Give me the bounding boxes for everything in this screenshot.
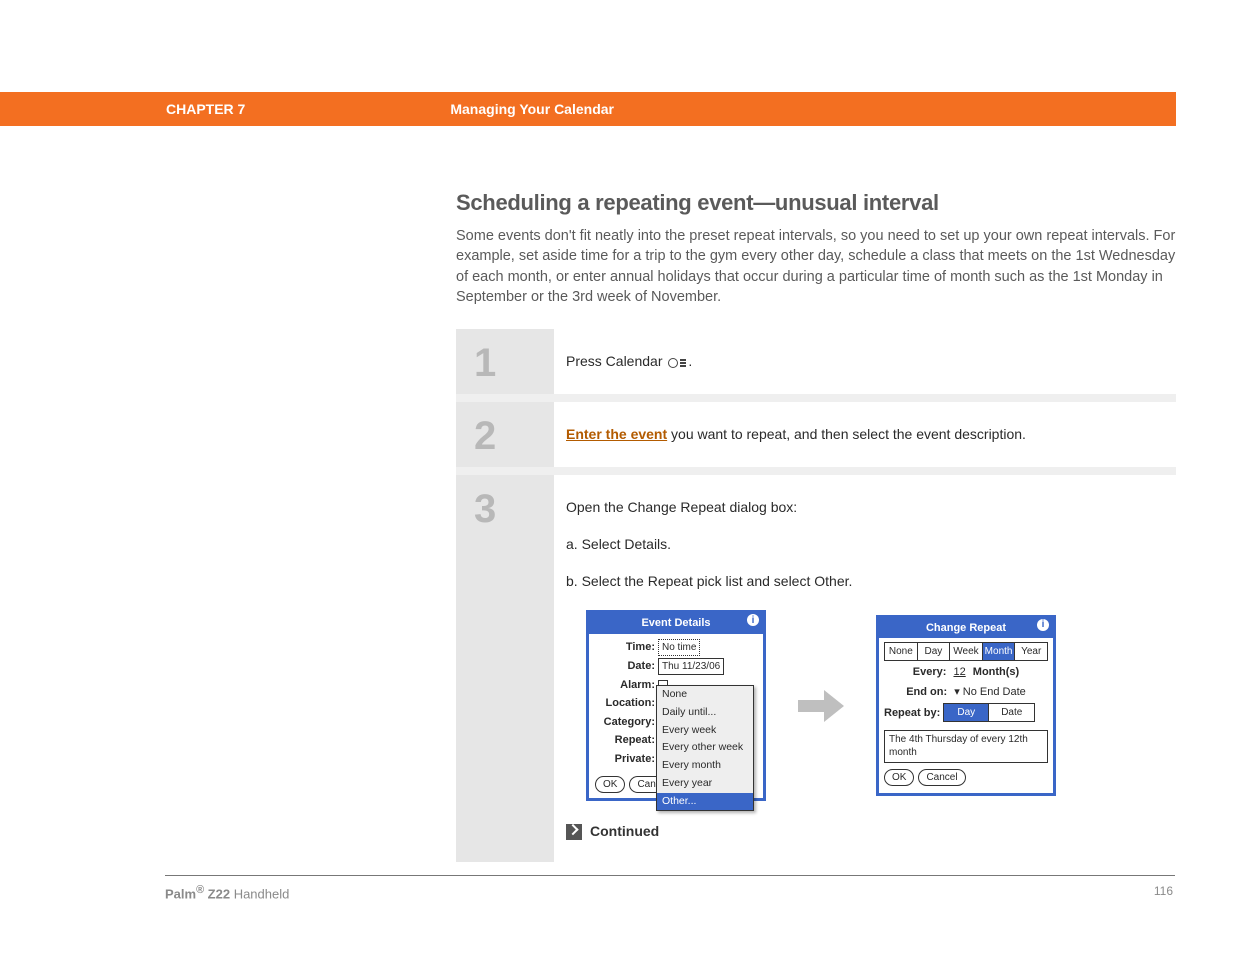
- chapter-header-bar: CHAPTER 7 Managing Your Calendar: [0, 92, 1176, 126]
- step-2: 2 Enter the event you want to repeat, an…: [456, 402, 1176, 467]
- location-label: Location:: [595, 695, 658, 712]
- screenshots-row: Event Details i Time:No time Date:Thu 11…: [586, 610, 1156, 801]
- steps-container: 1 Press Calendar . 2 Enter the event you…: [456, 329, 1176, 862]
- repeat-option-none[interactable]: None: [657, 686, 753, 704]
- tab-week[interactable]: Week: [950, 643, 983, 660]
- repeat-by-day[interactable]: Day: [944, 704, 989, 721]
- repeat-option-month[interactable]: Every month: [657, 757, 753, 775]
- repeat-dropdown[interactable]: None Daily until... Every week Every oth…: [656, 685, 754, 811]
- date-label: Date:: [595, 658, 658, 675]
- footer-product: Palm® Z22 Handheld: [165, 884, 289, 901]
- chapter-number: CHAPTER 7: [166, 101, 245, 117]
- intro-paragraph: Some events don't fit neatly into the pr…: [456, 226, 1176, 307]
- end-on-dropdown[interactable]: ▾ No End Date: [954, 686, 1026, 698]
- repeat-option-otherweek[interactable]: Every other week: [657, 739, 753, 757]
- step-2-rest: you want to repeat, and then select the …: [667, 426, 1026, 442]
- step-1-text-pre: Press Calendar: [566, 353, 666, 369]
- end-on-value: No End Date: [963, 686, 1026, 698]
- step-3b: b. Select the Repeat pick list and selec…: [566, 571, 1156, 592]
- change-repeat-buttons: OK Cancel: [884, 769, 1048, 789]
- footer-brand: Palm: [165, 886, 196, 901]
- repeat-result: The 4th Thursday of every 12th month: [884, 730, 1048, 763]
- every-row: Every: 12 Month(s): [884, 664, 1048, 681]
- calendar-icon: [668, 356, 686, 368]
- every-unit: Month(s): [973, 666, 1019, 678]
- step-3: 3 Open the Change Repeat dialog box: a. …: [456, 475, 1176, 862]
- step-number: 2: [474, 416, 496, 456]
- step-3-intro: Open the Change Repeat dialog box:: [566, 497, 1156, 518]
- date-value[interactable]: Thu 11/23/06: [658, 658, 724, 675]
- info-icon[interactable]: i: [1037, 619, 1049, 631]
- chapter-title: Managing Your Calendar: [450, 101, 614, 117]
- change-repeat-screenshot: Change Repeat i None Day Week Month Year: [876, 615, 1056, 797]
- repeat-by-date[interactable]: Date: [989, 704, 1034, 721]
- end-on-row: End on: ▾ No End Date: [884, 684, 1048, 701]
- continued-label: Continued: [590, 821, 659, 842]
- tab-year[interactable]: Year: [1015, 643, 1047, 660]
- step-number: 3: [474, 489, 496, 529]
- enter-event-link[interactable]: Enter the event: [566, 426, 667, 442]
- cancel-button[interactable]: Cancel: [918, 769, 965, 786]
- alarm-label: Alarm:: [595, 677, 658, 694]
- step-1-text-post: .: [688, 353, 692, 369]
- ok-button[interactable]: OK: [884, 769, 914, 786]
- repeat-by-row: Repeat by: Day Date: [884, 703, 1048, 722]
- step-3a: a. Select Details.: [566, 534, 1156, 555]
- footer-handheld: Handheld: [230, 886, 289, 901]
- end-on-label: End on:: [906, 686, 947, 698]
- category-label: Category:: [595, 714, 658, 731]
- repeat-option-other[interactable]: Other...: [657, 793, 753, 811]
- step-1-body: Press Calendar .: [556, 329, 1176, 394]
- every-label: Every:: [913, 666, 947, 678]
- repeat-by-tabs[interactable]: Day Date: [943, 703, 1035, 722]
- footer-divider: [165, 875, 1175, 876]
- repeat-option-year[interactable]: Every year: [657, 775, 753, 793]
- private-label: Private:: [595, 751, 658, 768]
- step-number: 1: [474, 343, 496, 383]
- every-value[interactable]: 12: [953, 666, 965, 678]
- step-number-cell: 2: [456, 402, 556, 467]
- change-repeat-title: Change Repeat i: [879, 618, 1053, 639]
- continued-arrow-icon: [566, 824, 582, 840]
- tab-day[interactable]: Day: [918, 643, 951, 660]
- time-label: Time:: [595, 639, 658, 656]
- tab-none[interactable]: None: [885, 643, 918, 660]
- ok-button[interactable]: OK: [595, 776, 625, 793]
- repeat-option-week[interactable]: Every week: [657, 722, 753, 740]
- footer-reg: ®: [196, 884, 204, 896]
- step-1: 1 Press Calendar .: [456, 329, 1176, 394]
- info-icon[interactable]: i: [747, 614, 759, 626]
- repeat-by-label: Repeat by:: [884, 705, 940, 722]
- time-value[interactable]: No time: [658, 639, 700, 656]
- repeat-label: Repeat:: [595, 732, 658, 749]
- step-number-cell: 1: [456, 329, 556, 394]
- step-number-cell: 3: [456, 475, 556, 862]
- tab-month[interactable]: Month: [983, 643, 1016, 660]
- event-details-screenshot: Event Details i Time:No time Date:Thu 11…: [586, 610, 766, 801]
- repeat-option-daily[interactable]: Daily until...: [657, 704, 753, 722]
- event-details-title-text: Event Details: [641, 617, 710, 629]
- main-content: Scheduling a repeating event—unusual int…: [456, 190, 1176, 862]
- page-heading: Scheduling a repeating event—unusual int…: [456, 190, 1176, 216]
- step-3-body: Open the Change Repeat dialog box: a. Se…: [556, 475, 1176, 862]
- step-2-body: Enter the event you want to repeat, and …: [556, 402, 1176, 467]
- arrow-right-icon: [796, 686, 846, 726]
- repeat-type-tabs[interactable]: None Day Week Month Year: [884, 642, 1048, 661]
- page-number: 116: [1154, 884, 1173, 898]
- continued-indicator: Continued: [566, 821, 1156, 842]
- change-repeat-body: Every: 12 Month(s) End on: ▾ No End Date…: [879, 664, 1053, 793]
- change-repeat-title-text: Change Repeat: [926, 622, 1006, 634]
- footer-model: Z22: [204, 886, 230, 901]
- event-details-title: Event Details i: [589, 613, 763, 634]
